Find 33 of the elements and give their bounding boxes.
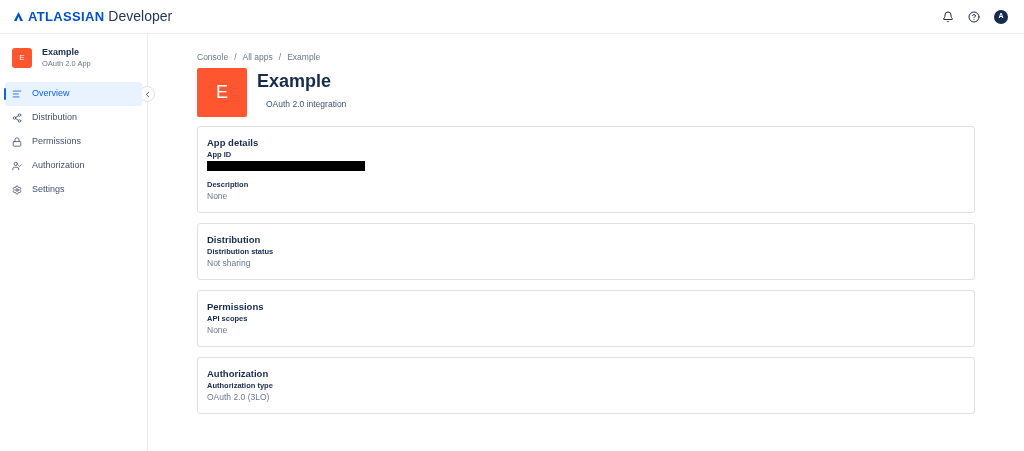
card-title: Permissions: [207, 300, 265, 313]
field-value: Not sharing: [207, 257, 252, 270]
field-value: OAuth 2.0 (3LO): [207, 391, 271, 404]
product-name: Developer: [108, 7, 173, 26]
card-title: App details: [207, 136, 260, 149]
nav-item[interactable]: Permissions: [5, 130, 142, 154]
breadcrumb-separator: /: [278, 50, 282, 64]
app-title: Example: [257, 70, 333, 93]
breadcrumb-link[interactable]: Example: [287, 50, 321, 64]
field-value: None: [207, 324, 229, 337]
nav-item[interactable]: Overview: [5, 82, 142, 106]
gear-icon: [12, 185, 22, 195]
logo-icon: [13, 11, 24, 22]
lines-icon: [12, 89, 22, 99]
nav-item[interactable]: Authorization: [5, 154, 142, 178]
nav-item[interactable]: Distribution: [5, 106, 142, 130]
card-title: Authorization: [207, 367, 270, 380]
nav-item[interactable]: Settings: [5, 178, 142, 202]
breadcrumb-separator: /: [234, 50, 237, 64]
lock-icon: [12, 137, 22, 147]
person-check-icon: [12, 161, 22, 171]
app-avatar: E: [12, 48, 32, 68]
field-value: None: [207, 190, 229, 203]
notifications-icon[interactable]: [942, 10, 954, 23]
breadcrumb-link[interactable]: Console: [197, 50, 229, 64]
breadcrumb-link[interactable]: All apps: [242, 50, 273, 64]
brand-name: ATLASSIAN: [28, 7, 105, 26]
app-logo: E: [197, 68, 247, 117]
app-name: Example: [42, 46, 81, 58]
help-icon[interactable]: [968, 10, 980, 23]
app-subtitle: OAuth 2.0 integration: [266, 98, 347, 111]
share-icon: [12, 113, 22, 123]
card-title: Distribution: [207, 233, 262, 246]
